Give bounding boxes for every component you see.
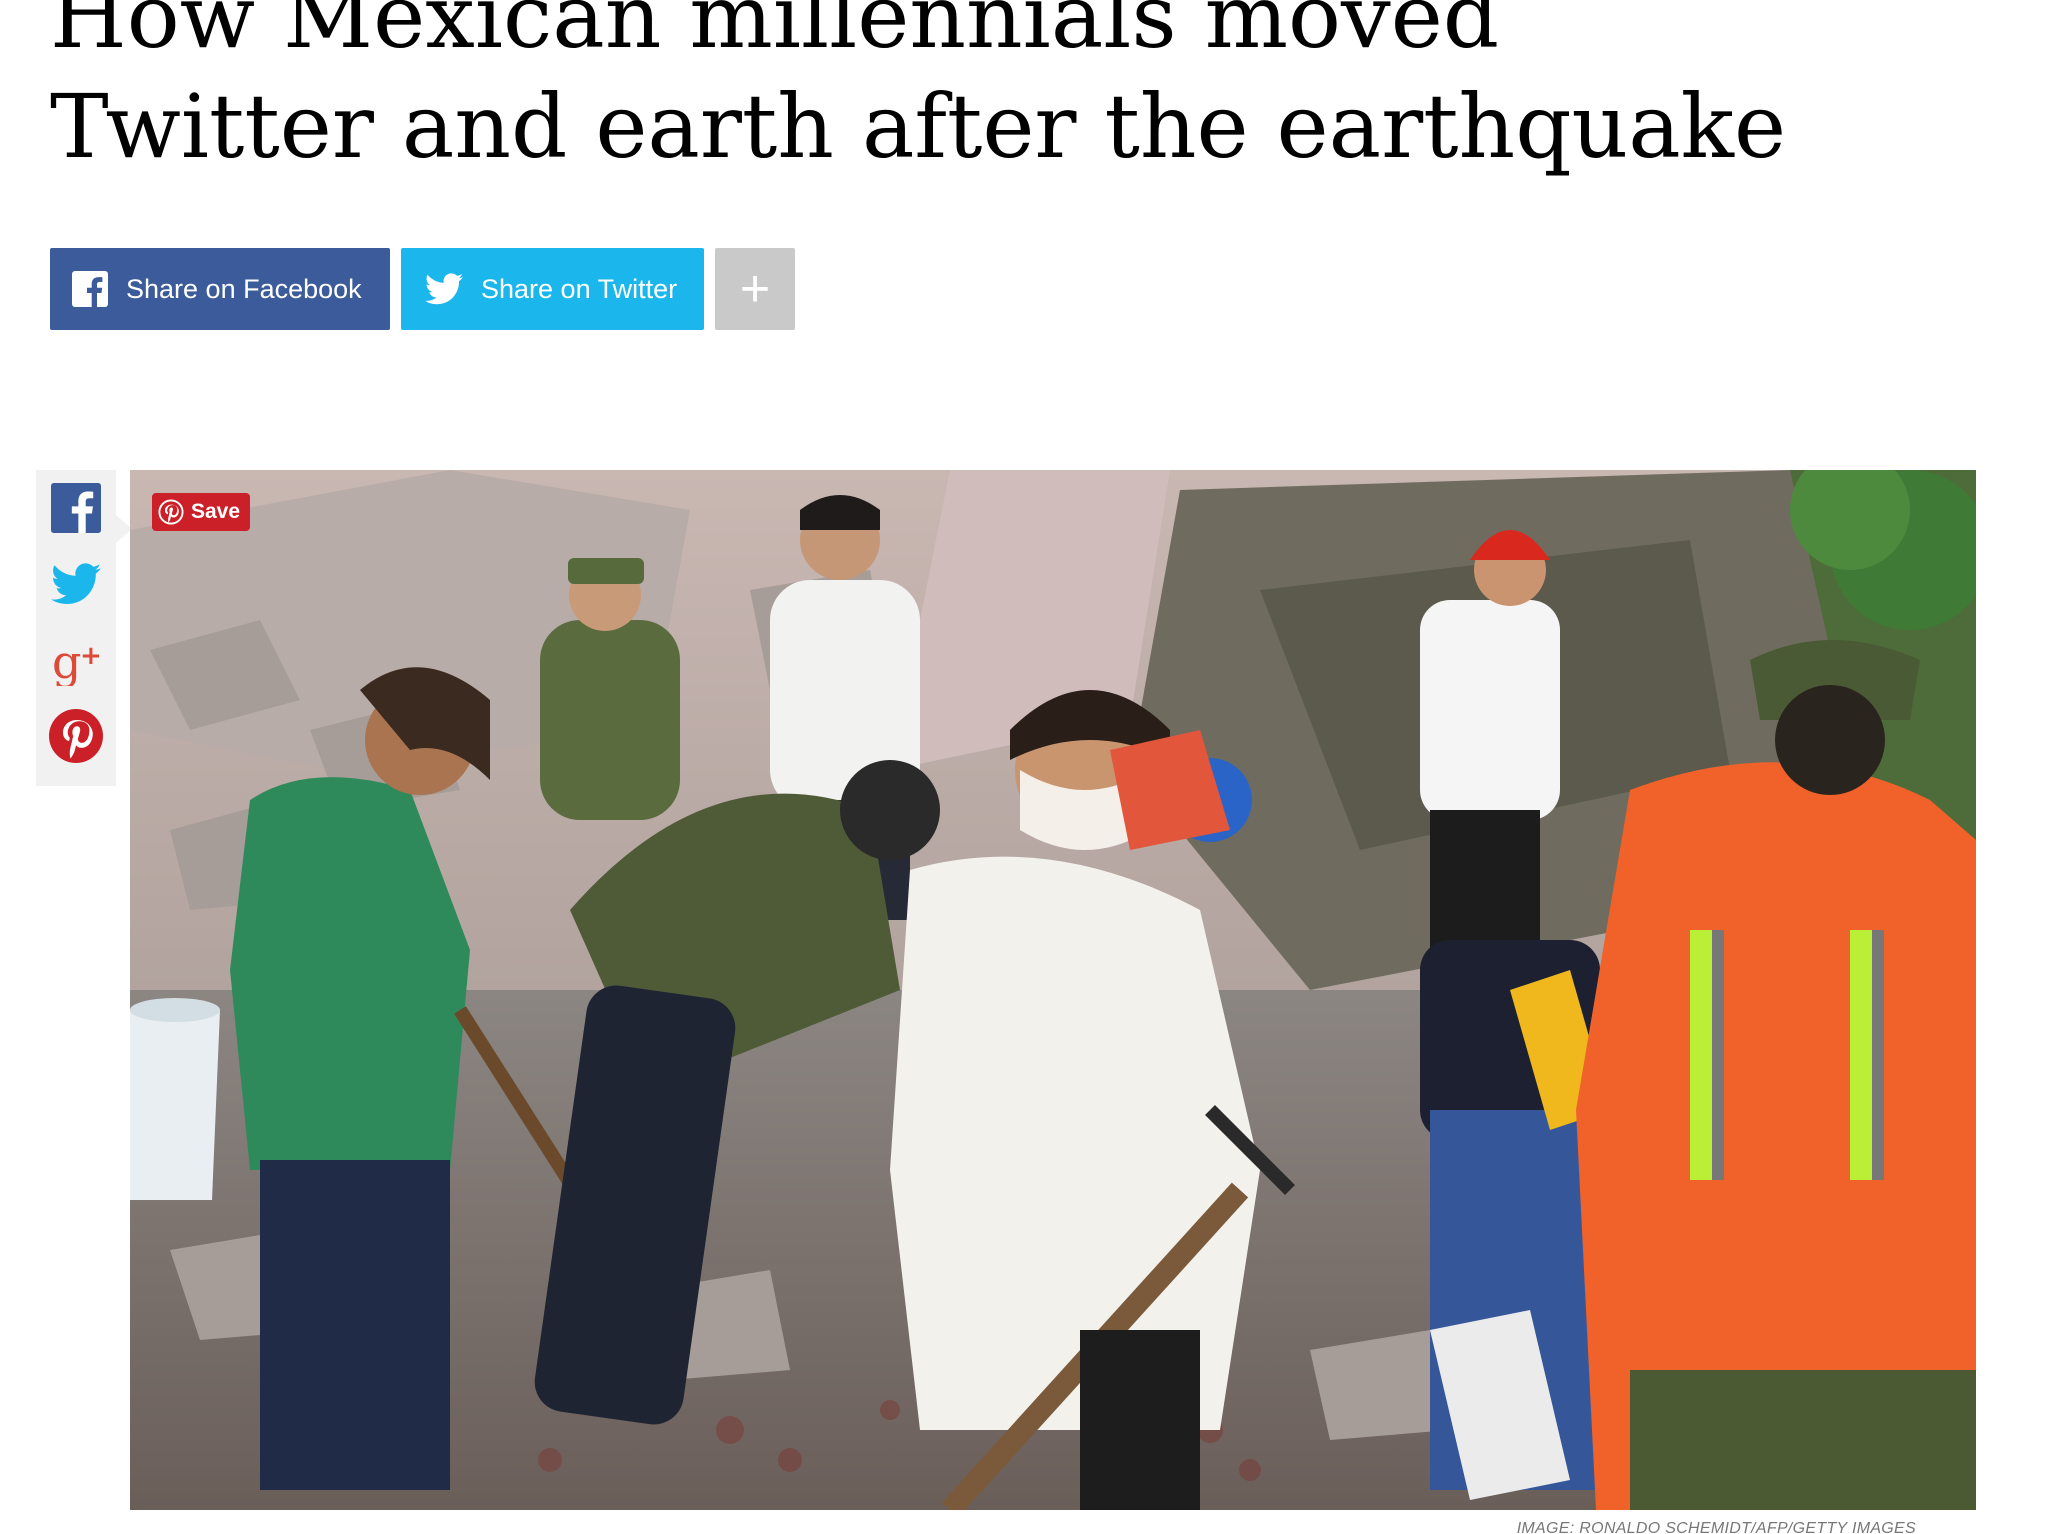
rail-share-google-plus[interactable]: g + bbox=[36, 624, 116, 700]
article-headline: How Mexican millennials moved Twitter an… bbox=[50, 0, 1950, 182]
google-plus-icon: g + bbox=[50, 634, 102, 691]
svg-text:+: + bbox=[80, 641, 102, 671]
pinterest-save-label: Save bbox=[191, 500, 241, 523]
headline-line-1: How Mexican millennials moved bbox=[50, 0, 1500, 68]
share-facebook-label: Share on Facebook bbox=[126, 273, 362, 304]
rescue-scene-illustration bbox=[130, 470, 1976, 1510]
share-twitter-label: Share on Twitter bbox=[481, 273, 678, 304]
twitter-icon bbox=[51, 562, 101, 610]
rail-share-pinterest[interactable] bbox=[36, 700, 116, 776]
svg-text:g: g bbox=[52, 635, 81, 686]
plus-icon: + bbox=[739, 260, 771, 318]
share-bar: Share on Facebook Share on Twitter + bbox=[50, 248, 795, 330]
pinterest-icon bbox=[48, 708, 104, 769]
floating-share-rail: g + bbox=[36, 470, 116, 786]
share-facebook-button[interactable]: Share on Facebook bbox=[50, 248, 390, 330]
facebook-icon bbox=[72, 271, 108, 307]
image-credit: IMAGE: RONALDO SCHEMIDT/AFP/GETTY IMAGES bbox=[1516, 1522, 1916, 1534]
rail-share-twitter[interactable] bbox=[36, 548, 116, 624]
share-more-button[interactable]: + bbox=[715, 248, 795, 330]
twitter-icon bbox=[425, 273, 463, 305]
hero-image bbox=[130, 470, 1976, 1510]
share-twitter-button[interactable]: Share on Twitter bbox=[401, 248, 704, 330]
headline-line-2: Twitter and earth after the earthquake bbox=[50, 75, 1787, 178]
pinterest-icon bbox=[158, 499, 184, 525]
rail-share-facebook[interactable] bbox=[36, 472, 116, 548]
pinterest-save-button[interactable]: Save bbox=[152, 493, 251, 531]
facebook-icon bbox=[51, 482, 101, 538]
